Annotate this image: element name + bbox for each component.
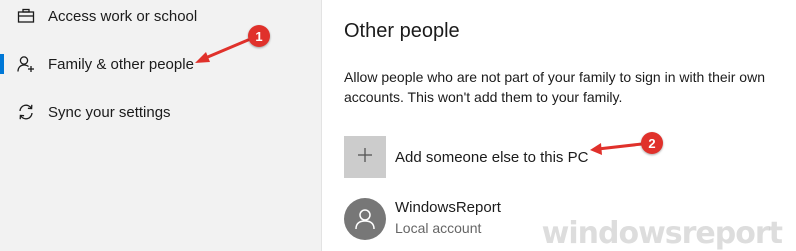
annotation-badge-2: 2: [641, 132, 663, 154]
sidebar-item-label: Access work or school: [48, 7, 198, 25]
sidebar-item-sync-your-settings[interactable]: Sync your settings: [0, 92, 321, 132]
account-type: Local account: [395, 220, 482, 236]
plus-icon: [357, 147, 373, 168]
section-title: Other people: [344, 20, 460, 42]
user-icon: [355, 209, 375, 230]
account-name: WindowsReport: [395, 199, 501, 216]
sidebar-item-access-work-or-school[interactable]: Access work or school: [0, 0, 321, 36]
settings-sidebar: Access work or school Family & other peo…: [0, 0, 322, 251]
add-someone-button[interactable]: Add someone else to this PC: [344, 136, 588, 178]
watermark: windowsreport: [541, 216, 783, 251]
add-tile[interactable]: [344, 136, 386, 178]
person-add-icon: [17, 55, 35, 73]
sidebar-item-label: Family & other people: [48, 55, 194, 73]
sidebar-item-label: Sync your settings: [48, 103, 171, 121]
section-description: Allow people who are not part of your fa…: [344, 69, 765, 105]
annotation-badge-1: 1: [248, 25, 270, 47]
add-someone-label: Add someone else to this PC: [395, 148, 589, 166]
sync-icon: [17, 103, 35, 121]
sidebar-item-family-and-other-people[interactable]: Family & other people: [0, 44, 321, 84]
other-people-panel: Other people Allow people who are not pa…: [322, 0, 796, 251]
briefcase-icon: [17, 7, 35, 25]
active-indicator: [0, 54, 4, 74]
avatar: [344, 198, 386, 240]
